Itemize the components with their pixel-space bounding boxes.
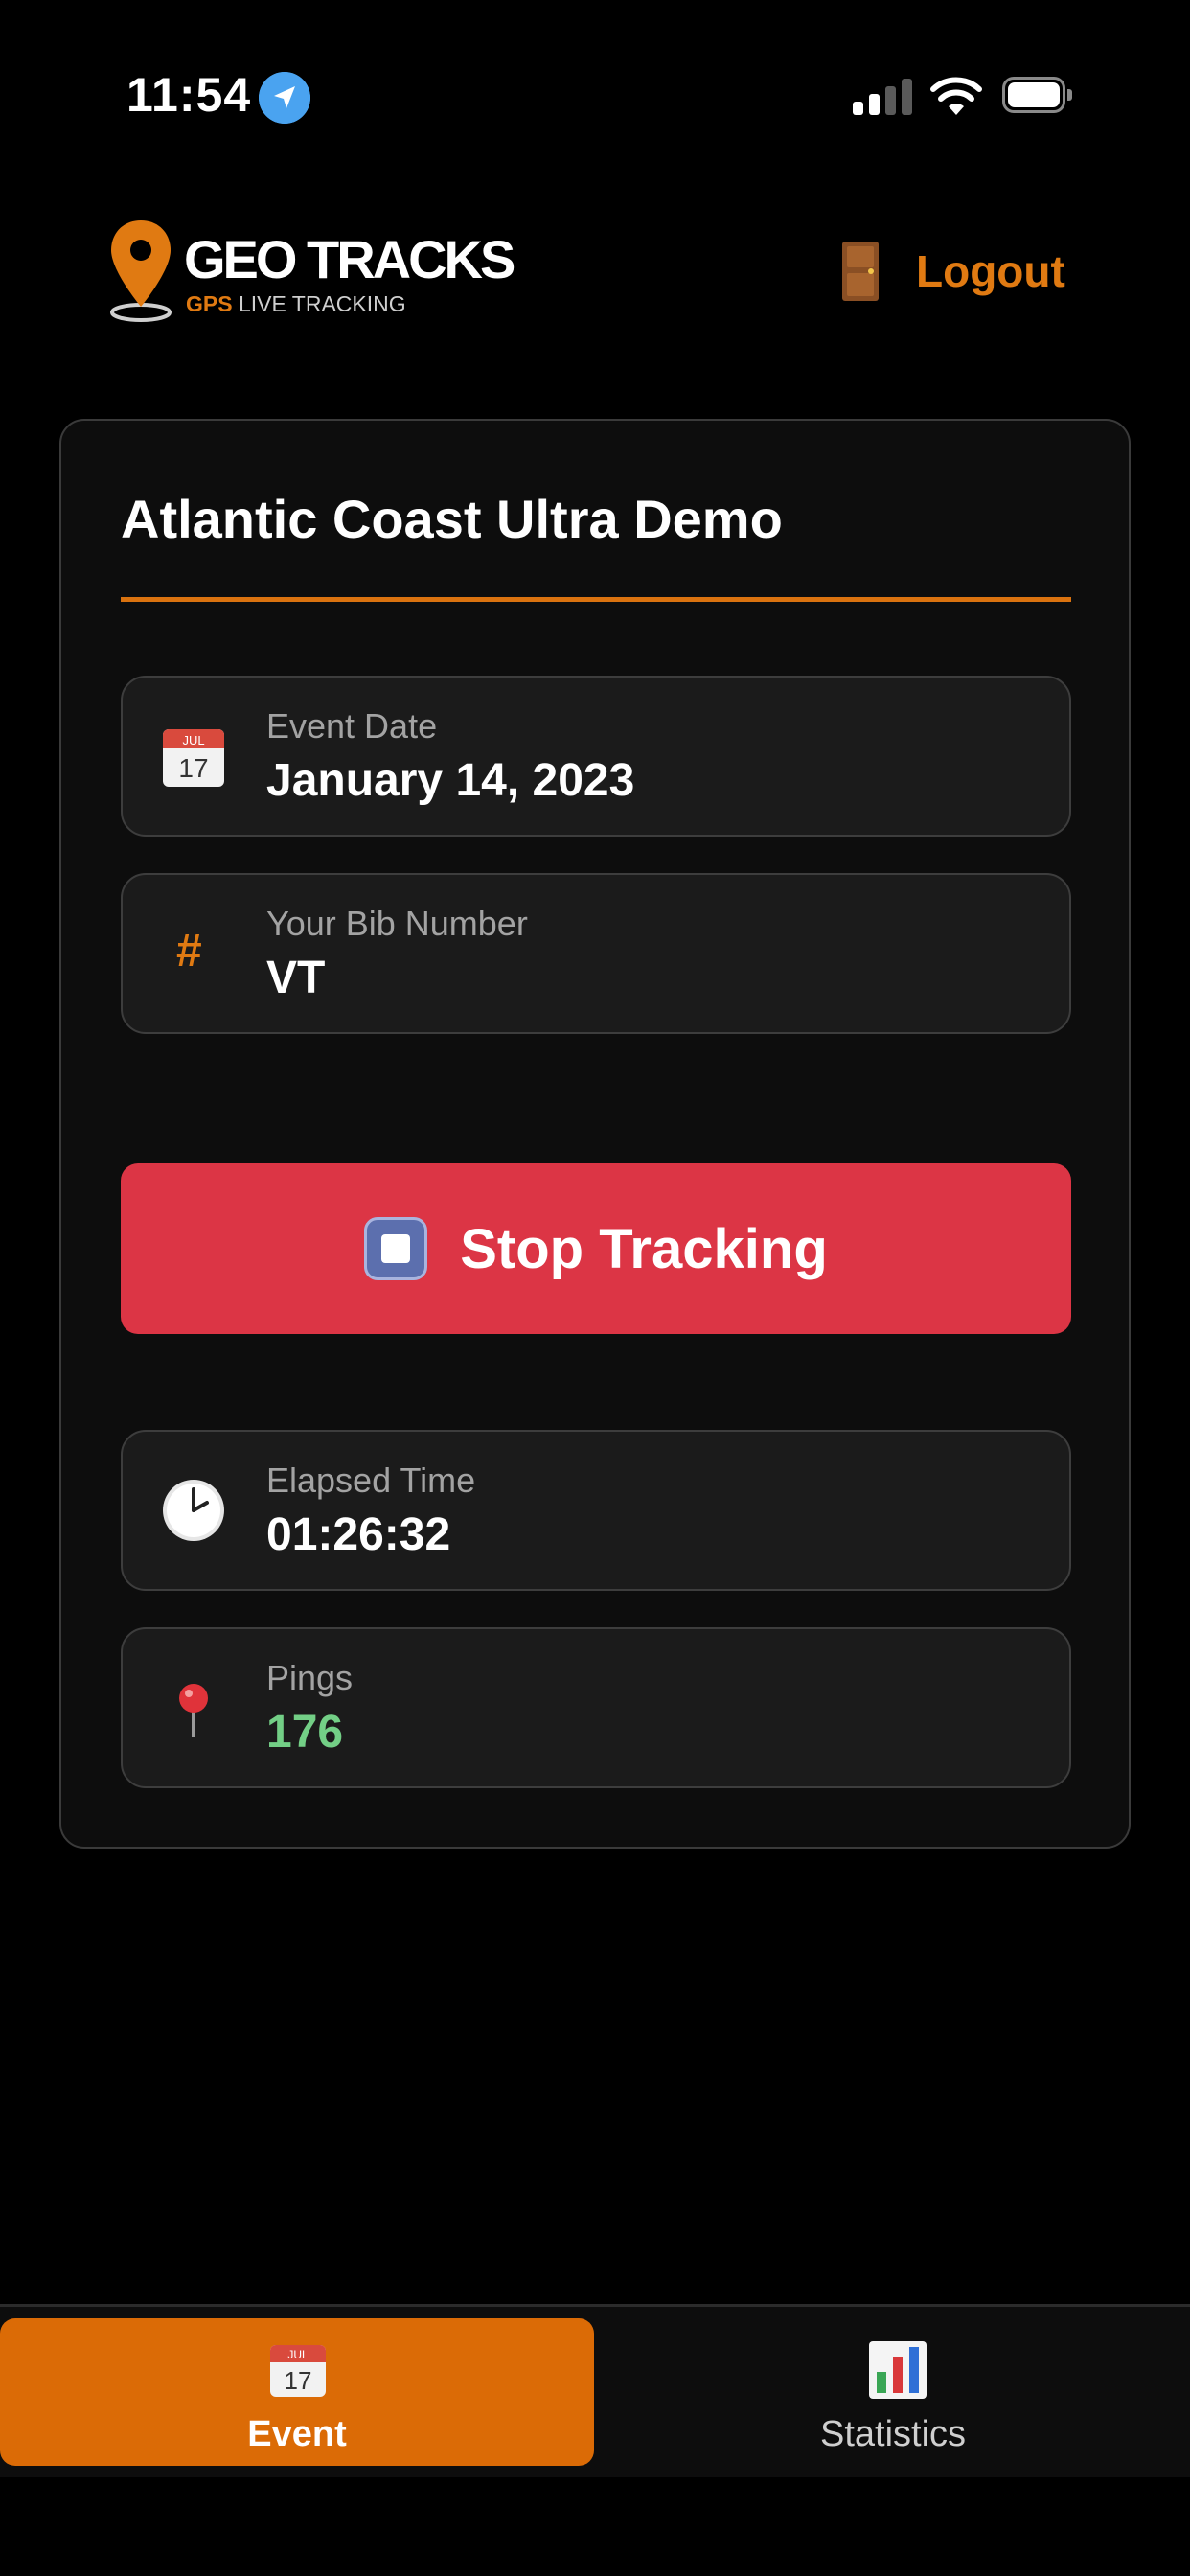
bib-number-box: # Your Bib Number VT [121,873,1071,1034]
logout-label: Logout [916,246,1065,296]
elapsed-time-value: 01:26:32 [266,1509,451,1560]
svg-text:JUL: JUL [182,733,204,748]
hash-icon: # [176,926,202,977]
logo-subtitle: GPS LIVE TRACKING [186,291,406,316]
geo-tracks-logo: GEO TRACKS GPS LIVE TRACKING [107,218,515,324]
battery-icon [1002,77,1072,113]
pings-label: Pings [266,1658,354,1697]
svg-text:17: 17 [285,2366,312,2395]
event-card: Atlantic Coast Ultra Demo JUL 17 Event D… [59,419,1131,1849]
clock-icon [163,1480,224,1541]
tab-event-label: Event [247,2414,347,2454]
event-date-box: JUL 17 Event Date January 14, 2023 [121,676,1071,837]
pings-value: 176 [266,1707,344,1758]
event-date-label: Event Date [266,706,438,746]
elapsed-time-box: Elapsed Time 01:26:32 [121,1430,1071,1591]
svg-text:17: 17 [178,753,208,783]
pushpin-icon [179,1684,208,1736]
stop-icon [364,1217,428,1280]
cellular-signal-icon [853,79,912,115]
stop-tracking-label: Stop Tracking [460,1217,828,1280]
calendar-icon: JUL 17 [163,729,224,787]
elapsed-time-label: Elapsed Time [266,1460,476,1500]
bar-chart-icon [869,2341,927,2399]
logo-title: GEO TRACKS [184,229,515,289]
map-pin-icon [110,220,172,322]
status-time: 11:54 [126,68,252,122]
event-date-value: January 14, 2023 [266,755,635,806]
bib-number-label: Your Bib Number [266,904,528,943]
svg-text:JUL: JUL [287,2348,309,2361]
wifi-icon [930,77,982,115]
bottom-tab-bar: JUL 17 Event Statistics [0,2304,1190,2477]
tab-event[interactable]: JUL 17 Event [0,2318,594,2466]
bib-number-value: VT [266,953,326,1003]
tab-statistics[interactable]: Statistics [596,2318,1190,2466]
event-title: Atlantic Coast Ultra Demo [121,489,783,549]
stop-tracking-button[interactable]: Stop Tracking [121,1163,1071,1334]
tab-statistics-label: Statistics [819,2414,967,2454]
door-icon [842,242,879,301]
pings-box: Pings 176 [121,1627,1071,1788]
logout-button[interactable]: Logout [841,236,1065,307]
title-divider [121,597,1071,602]
location-arrow-icon [259,72,310,124]
calendar-icon: JUL 17 [270,2345,326,2397]
status-bar: 11:54 [0,0,1190,192]
